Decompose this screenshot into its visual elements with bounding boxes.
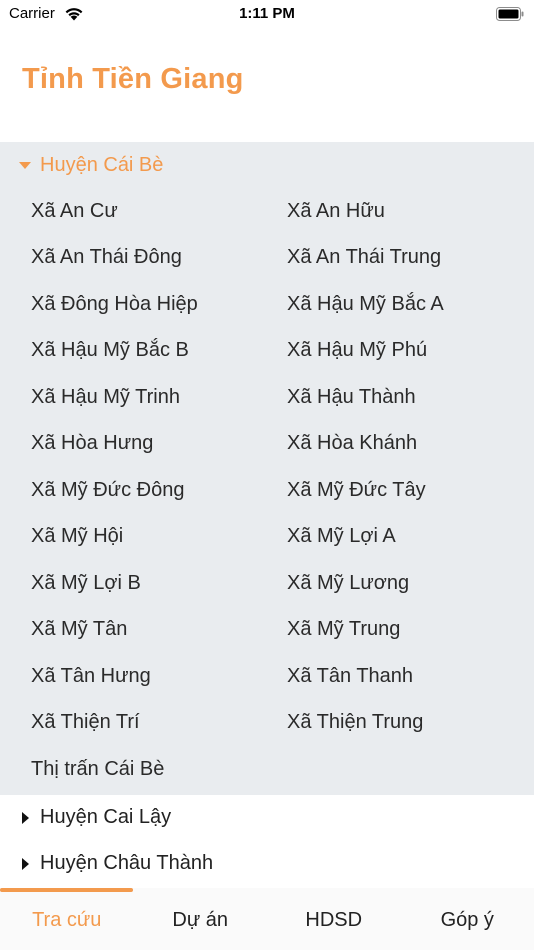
battery-icon <box>496 7 524 21</box>
district-label: Huyện Cái Bè <box>40 153 164 176</box>
commune-item[interactable]: Xã Tân Thanh <box>287 653 534 700</box>
commune-item[interactable]: Xã Mỹ Lợi B <box>31 560 287 607</box>
district-chau-thanh: Huyện Châu Thành <box>0 841 534 887</box>
status-bar: Carrier 1:11 PM <box>0 0 534 30</box>
tab-tra-cuu[interactable]: Tra cứu <box>0 892 134 950</box>
commune-item[interactable]: Xã Mỹ Đức Đông <box>31 467 287 514</box>
commune-item[interactable]: Thị trấn Cái Bè <box>31 746 287 793</box>
page-title: Tỉnh Tiền Giang <box>22 63 244 95</box>
caret-right-icon <box>18 857 32 871</box>
tab-hdsd[interactable]: HDSD <box>267 892 401 950</box>
district-header-cai-lay[interactable]: Huyện Cai Lậy <box>0 795 534 841</box>
district-cai-be: Huyện Cái Bè Xã An Cư Xã An Hữu Xã An Th… <box>0 142 534 795</box>
commune-item[interactable]: Xã Hậu Thành <box>287 374 534 421</box>
commune-item[interactable]: Xã Hậu Mỹ Trinh <box>31 374 287 421</box>
commune-item[interactable]: Xã Mỹ Lợi A <box>287 514 534 561</box>
commune-grid: Xã An Cư Xã An Hữu Xã An Thái Đông Xã An… <box>0 188 534 795</box>
commune-item[interactable]: Xã Tân Hưng <box>31 653 287 700</box>
status-time: 1:11 PM <box>239 5 295 22</box>
tab-gop-y[interactable]: Góp ý <box>401 892 534 950</box>
district-label: Huyện Châu Thành <box>40 852 214 874</box>
caret-down-icon <box>18 158 32 172</box>
commune-item[interactable]: Xã Mỹ Tân <box>31 607 287 654</box>
commune-item[interactable]: Xã Mỹ Lương <box>287 560 534 607</box>
commune-item[interactable]: Xã An Thái Đông <box>31 235 287 282</box>
district-list[interactable]: Huyện Cái Bè Xã An Cư Xã An Hữu Xã An Th… <box>0 142 534 888</box>
page-header: Tỉnh Tiền Giang <box>0 30 534 142</box>
commune-item[interactable]: Xã Mỹ Hội <box>31 514 287 561</box>
commune-item[interactable]: Xã Thiện Trung <box>287 700 534 747</box>
tab-du-an[interactable]: Dự án <box>134 892 268 950</box>
district-header-chau-thanh[interactable]: Huyện Châu Thành <box>0 841 534 887</box>
commune-item[interactable]: Xã Hậu Mỹ Bắc B <box>31 328 287 375</box>
commune-item[interactable]: Xã An Cư <box>31 188 287 235</box>
commune-item[interactable]: Xã Hòa Khánh <box>287 421 534 468</box>
commune-item[interactable]: Xã Thiện Trí <box>31 700 287 747</box>
commune-item[interactable]: Xã Mỹ Trung <box>287 607 534 654</box>
commune-item[interactable]: Xã Hòa Hưng <box>31 421 287 468</box>
tab-bar: Tra cứu Dự án HDSD Góp ý <box>0 888 534 950</box>
caret-right-icon <box>18 811 32 825</box>
commune-item[interactable]: Xã Đông Hòa Hiệp <box>31 281 287 328</box>
commune-item[interactable]: Xã An Hữu <box>287 188 534 235</box>
district-cai-lay: Huyện Cai Lậy <box>0 795 534 841</box>
commune-item[interactable]: Xã Hậu Mỹ Bắc A <box>287 281 534 328</box>
commune-item[interactable]: Xã Mỹ Đức Tây <box>287 467 534 514</box>
commune-item[interactable]: Xã An Thái Trung <box>287 235 534 282</box>
commune-item[interactable]: Xã Hậu Mỹ Phú <box>287 328 534 375</box>
district-header-cai-be[interactable]: Huyện Cái Bè <box>0 142 534 188</box>
district-label: Huyện Cai Lậy <box>40 806 172 828</box>
